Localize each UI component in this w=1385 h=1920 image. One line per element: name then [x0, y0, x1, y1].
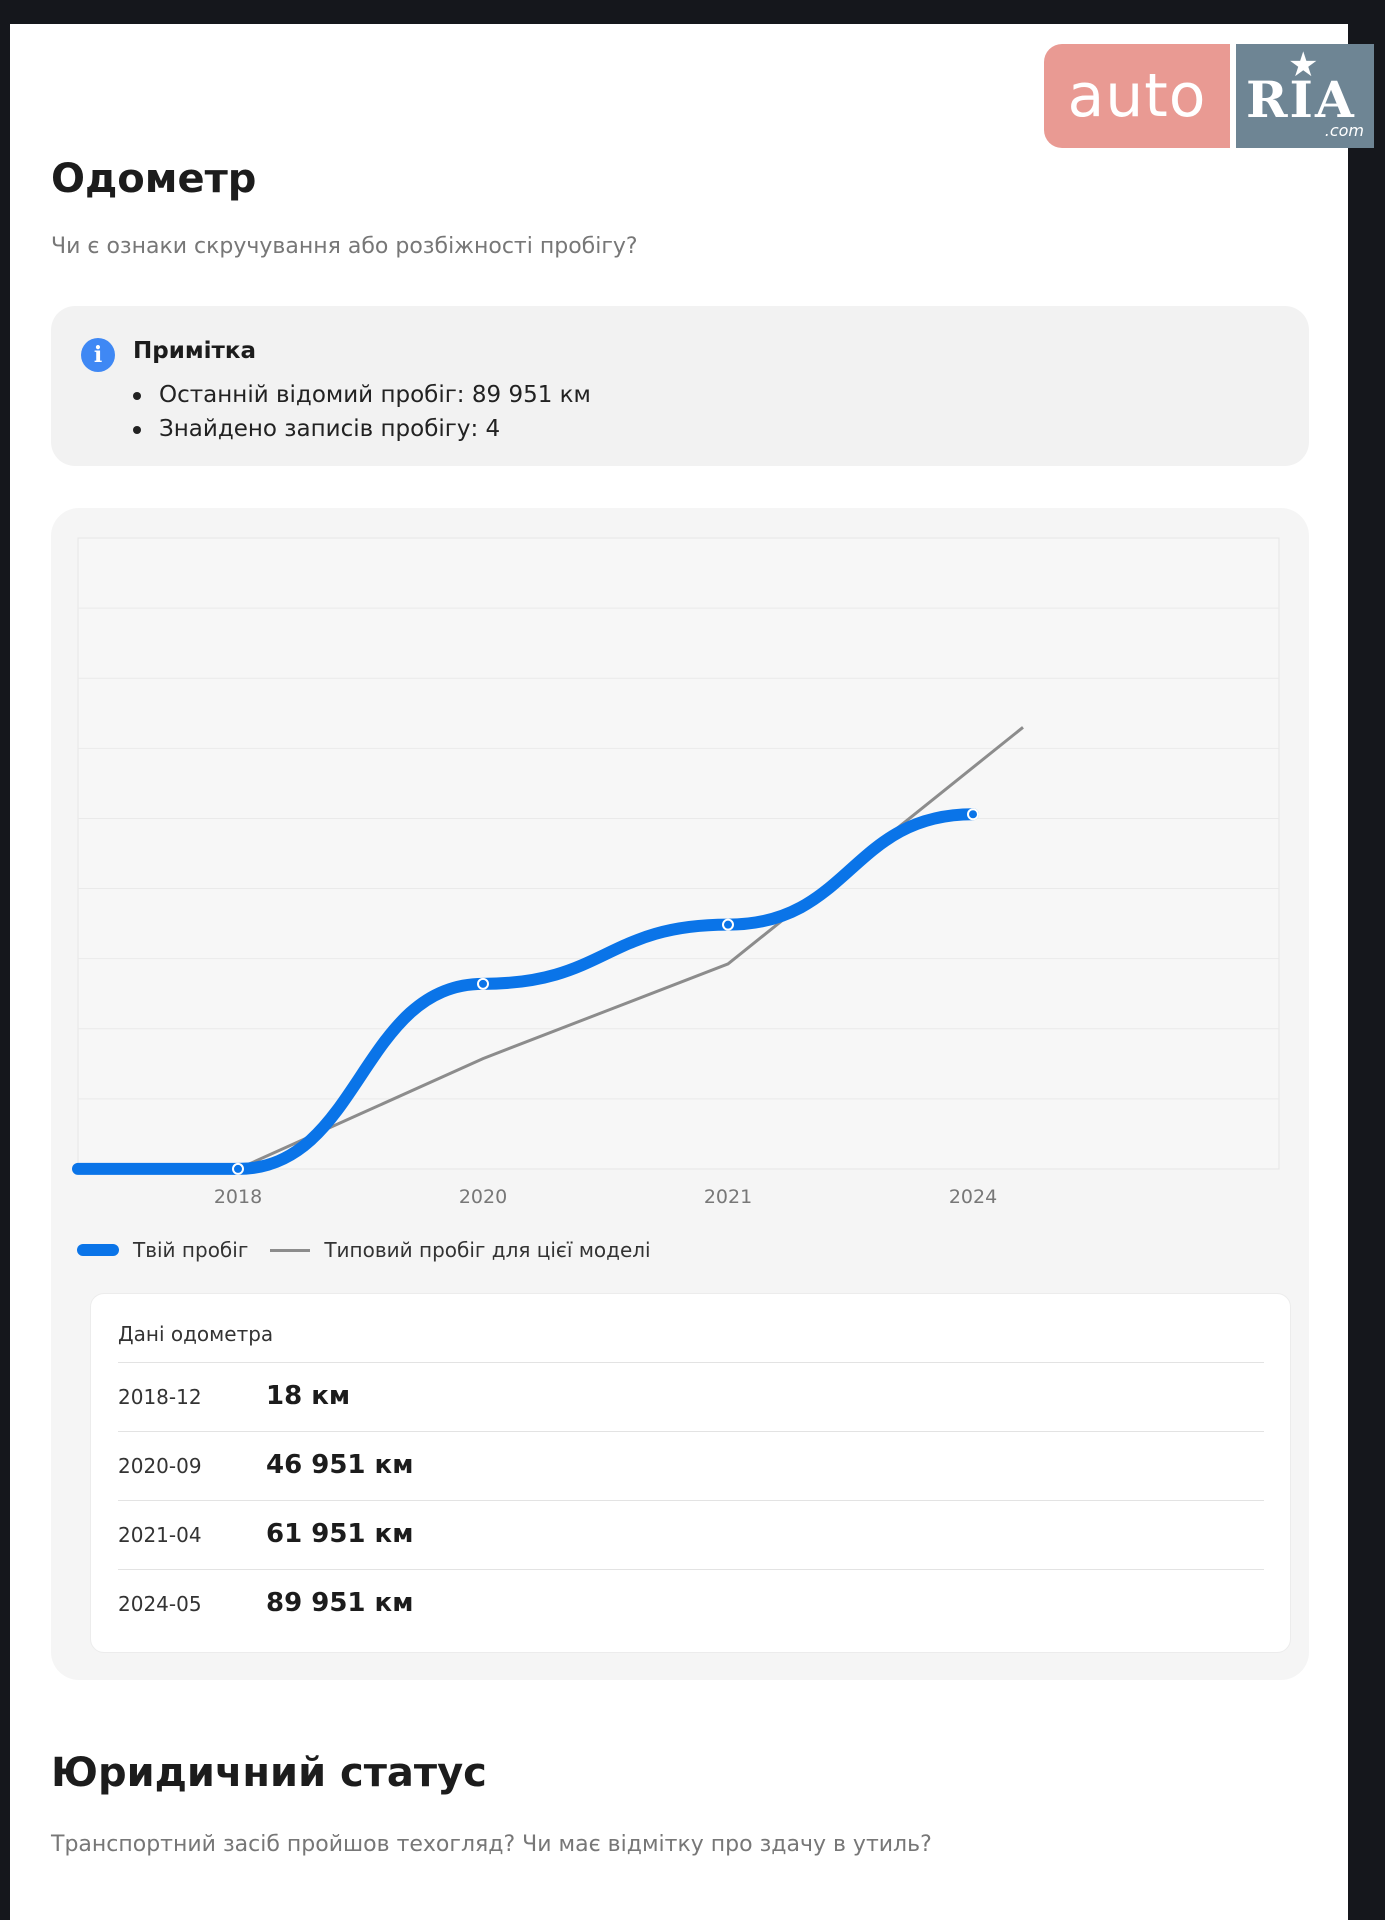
odometer-heading: Одометр [51, 156, 257, 202]
note-box: i Примітка Останній відомий пробіг: 89 9… [51, 306, 1309, 466]
table-row: 2024-05 89 951 км [118, 1569, 1264, 1639]
odometer-data-table: Дані одометра 2018-12 18 км 2020-09 46 9… [90, 1293, 1291, 1653]
row-value: 46 951 км [266, 1450, 414, 1480]
note-list: Останній відомий пробіг: 89 951 км Знайд… [133, 378, 591, 446]
row-date: 2021-04 [118, 1523, 202, 1547]
x-axis-ticks: 2018 2020 2021 2024 [214, 1186, 997, 1208]
info-icon: i [81, 338, 115, 372]
row-date: 2024-05 [118, 1592, 202, 1616]
legal-status-heading: Юридичний статус [51, 1750, 487, 1796]
mileage-chart: 2018 2020 2021 2024 [72, 537, 1280, 1208]
note-title: Примітка [133, 338, 256, 364]
row-value: 89 951 км [266, 1588, 414, 1618]
odometer-subtitle: Чи є ознаки скручування або розбіжності … [51, 234, 638, 259]
legend-swatch-yours [77, 1244, 119, 1256]
x-tick-label: 2020 [459, 1186, 507, 1208]
legal-status-subtitle: Транспортний засіб пройшов техогляд? Чи … [51, 1832, 932, 1857]
x-tick-label: 2018 [214, 1186, 262, 1208]
logo-auto-part: auto [1044, 44, 1230, 148]
legend-swatch-typical [270, 1248, 311, 1252]
table-row: 2018-12 18 км [118, 1362, 1264, 1432]
data-point [722, 918, 734, 931]
report-page: auto ★ RIA .com Одометр Чи є ознаки скру… [10, 24, 1374, 1920]
table-row: 2021-04 61 951 км [118, 1500, 1264, 1570]
plot-area [77, 537, 1280, 1170]
logo-ria-part: ★ RIA .com [1236, 44, 1374, 148]
table-row: 2020-09 46 951 км [118, 1431, 1264, 1501]
row-date: 2018-12 [118, 1385, 202, 1409]
legend-label-yours: Твій пробіг [133, 1238, 249, 1262]
logo-com-text: .com [1324, 121, 1364, 140]
autoria-logo[interactable]: auto ★ RIA .com [1044, 44, 1374, 148]
row-date: 2020-09 [118, 1454, 202, 1478]
data-point [477, 977, 489, 990]
row-value: 18 км [266, 1381, 351, 1411]
x-tick-label: 2021 [704, 1186, 752, 1208]
legend-label-typical: Типовий пробіг для цієї моделі [324, 1238, 651, 1262]
data-point [967, 808, 979, 821]
chart-legend: Твій пробіг Типовий пробіг для цієї моде… [77, 1238, 651, 1262]
data-point [232, 1162, 244, 1175]
note-item: Останній відомий пробіг: 89 951 км [133, 378, 591, 412]
row-value: 61 951 км [266, 1519, 414, 1549]
table-title: Дані одометра [118, 1322, 274, 1346]
note-item: Знайдено записів пробігу: 4 [133, 412, 591, 446]
x-tick-label: 2024 [949, 1186, 997, 1208]
